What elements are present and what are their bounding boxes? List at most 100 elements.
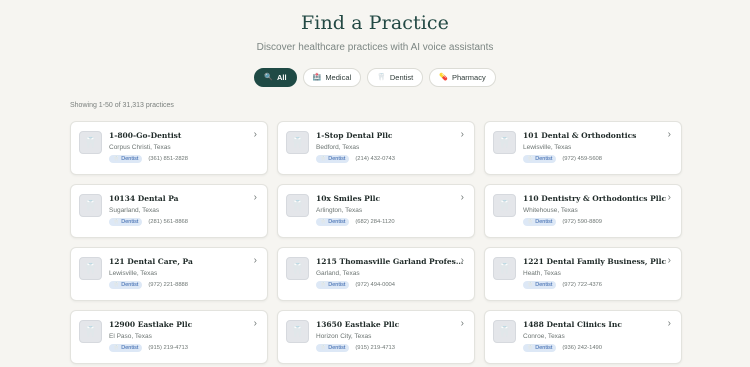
practice-info: 13650 Eastlake Pllc Horizon City, Texas 🦷 D…	[316, 319, 466, 363]
category-badge: 🦷 Dentist	[109, 344, 143, 352]
pill-icon: 💊	[439, 74, 448, 81]
practice-phone: (915) 219-4713	[148, 345, 189, 351]
practice-name: 1-800-Go-Dentist	[109, 131, 182, 140]
practice-phone: (214) 432-0743	[355, 156, 396, 162]
practice-location: Garland, Texas	[316, 270, 360, 277]
practice-card[interactable]: 🦷 10x Smiles Pllc Arlington, Texas 🦷 Dentist…	[277, 184, 475, 238]
filter-label: All	[277, 73, 287, 82]
practice-card[interactable]: 🦷 101 Dental & Orthodontics Lewisville, Te…	[484, 121, 682, 175]
practice-card[interactable]: 🦷 1221 Dental Family Business, Pllc Heath,…	[484, 247, 682, 301]
category-label: Dentist	[535, 282, 553, 288]
chevron-right-icon: ›	[667, 192, 671, 203]
chevron-right-icon: ›	[253, 129, 257, 140]
tooth-icon: 🦷	[79, 257, 102, 280]
practice-name: 1488 Dental Clinics Inc	[523, 320, 622, 329]
practice-location: Sugarland, Texas	[109, 207, 160, 214]
filter-pharmacy-button[interactable]: 💊 Pharmacy	[429, 68, 496, 87]
practice-phone: (915) 219-4713	[355, 345, 396, 351]
filter-label: Pharmacy	[451, 73, 486, 82]
practice-name: 1215 Thomasville Garland Professional	[316, 257, 464, 266]
tooth-icon: 🦷	[527, 156, 534, 162]
category-filters: 🔍 All 🏥 Medical 🦷 Dentist 💊 Pharmacy	[0, 68, 750, 87]
results-count: Showing 1-50 of 31,313 practices	[70, 102, 174, 109]
practice-meta: 🦷 Dentist (361) 851-2828	[109, 155, 259, 163]
page-title: Find a Practice	[301, 12, 449, 34]
category-label: Dentist	[121, 282, 139, 288]
practice-name: 110 Dentistry & Orthodontics Pllc	[523, 194, 667, 203]
practice-info: 1215 Thomasville Garland Professional Gar…	[316, 256, 466, 300]
tooth-icon: 🦷	[493, 194, 516, 217]
practice-location: Conroe, Texas	[523, 333, 565, 340]
practice-info: 1-800-Go-Dentist Corpus Christi, Texas 🦷 De…	[109, 130, 259, 174]
practice-card[interactable]: 🦷 110 Dentistry & Orthodontics Pllc Whiteh…	[484, 184, 682, 238]
practice-location: Arlington, Texas	[316, 207, 363, 214]
practice-card[interactable]: 🦷 13650 Eastlake Pllc Horizon City, Texas 🦷…	[277, 310, 475, 364]
practice-phone: (972) 722-4376	[562, 282, 603, 288]
hospital-icon: 🏥	[312, 74, 322, 81]
chevron-right-icon: ›	[460, 318, 464, 329]
practice-name: 10134 Dental Pa	[109, 194, 179, 203]
practice-meta: 🦷 Dentist (972) 459-5608	[523, 155, 673, 163]
filter-all-button[interactable]: 🔍 All	[254, 68, 297, 87]
practice-phone: (682) 284-1120	[355, 219, 395, 225]
practice-card[interactable]: 🦷 12900 Eastlake Pllc El Paso, Texas 🦷 Denti…	[70, 310, 268, 364]
filter-label: Medical	[325, 73, 352, 82]
chevron-right-icon: ›	[253, 192, 257, 203]
practice-meta: 🦷 Dentist (972) 722-4376	[523, 281, 673, 289]
tooth-icon: 🦷	[113, 345, 120, 351]
tooth-icon: 🦷	[493, 131, 516, 154]
filter-dentist-button[interactable]: 🦷 Dentist	[367, 68, 424, 87]
category-badge: 🦷 Dentist	[523, 344, 557, 352]
category-label: Dentist	[121, 345, 139, 351]
category-badge: 🦷 Dentist	[523, 155, 557, 163]
practice-meta: 🦷 Dentist (972) 590-8809	[523, 218, 673, 226]
chevron-right-icon: ›	[460, 192, 464, 203]
practice-meta: 🦷 Dentist (936) 242-1490	[523, 344, 673, 352]
practice-location: Lewisville, Texas	[523, 144, 572, 151]
filter-label: Dentist	[389, 73, 414, 82]
category-badge: 🦷 Dentist	[523, 218, 557, 226]
practice-name: 13650 Eastlake Pllc	[316, 320, 400, 329]
category-label: Dentist	[535, 156, 553, 162]
tooth-icon: 🦷	[377, 74, 386, 81]
tooth-icon: 🦷	[527, 282, 534, 288]
practice-card[interactable]: 🦷 121 Dental Care, Pa Lewisville, Texas 🦷 De…	[70, 247, 268, 301]
category-label: Dentist	[328, 219, 346, 225]
practice-phone: (361) 851-2828	[148, 156, 189, 162]
tooth-icon: 🦷	[493, 320, 516, 343]
practice-info: 101 Dental & Orthodontics Lewisville, Tex…	[523, 130, 673, 174]
search-icon: 🔍	[264, 74, 273, 81]
practice-name: 1-Stop Dental Pllc	[316, 131, 393, 140]
chevron-right-icon: ›	[667, 318, 671, 329]
tooth-icon: 🦷	[286, 131, 309, 154]
category-label: Dentist	[328, 345, 346, 351]
practice-card[interactable]: 🦷 1-Stop Dental Pllc Bedford, Texas 🦷 Dentis…	[277, 121, 475, 175]
category-badge: 🦷 Dentist	[523, 281, 557, 289]
tooth-icon: 🦷	[320, 345, 327, 351]
practice-info: 10x Smiles Pllc Arlington, Texas 🦷 Dentist (…	[316, 193, 466, 237]
practice-location: Bedford, Texas	[316, 144, 360, 151]
category-badge: 🦷 Dentist	[109, 218, 143, 226]
chevron-right-icon: ›	[460, 255, 464, 266]
tooth-icon: 🦷	[286, 194, 309, 217]
category-label: Dentist	[328, 282, 346, 288]
practice-meta: 🦷 Dentist (972) 221-8888	[109, 281, 259, 289]
tooth-icon: 🦷	[527, 219, 534, 225]
practice-name: 1221 Dental Family Business, Pllc	[523, 257, 667, 266]
practice-name: 101 Dental & Orthodontics	[523, 131, 637, 140]
practice-phone: (936) 242-1490	[562, 345, 603, 351]
filter-medical-button[interactable]: 🏥 Medical	[302, 68, 362, 87]
practice-card[interactable]: 🦷 1215 Thomasville Garland Professional Ga…	[277, 247, 475, 301]
practice-meta: 🦷 Dentist (972) 494-0004	[316, 281, 466, 289]
chevron-right-icon: ›	[460, 129, 464, 140]
practice-card[interactable]: 🦷 10134 Dental Pa Sugarland, Texas 🦷 Dentist…	[70, 184, 268, 238]
practice-phone: (281) 561-8868	[148, 219, 189, 225]
tooth-icon: 🦷	[79, 131, 102, 154]
practice-meta: 🦷 Dentist (682) 284-1120	[316, 218, 466, 226]
practice-card[interactable]: 🦷 1-800-Go-Dentist Corpus Christi, Texas 🦷 D…	[70, 121, 268, 175]
practice-card[interactable]: 🦷 1488 Dental Clinics Inc Conroe, Texas 🦷 De…	[484, 310, 682, 364]
practice-location: Horizon City, Texas	[316, 333, 372, 340]
practice-info: 10134 Dental Pa Sugarland, Texas 🦷 Dentist (…	[109, 193, 259, 237]
category-label: Dentist	[328, 156, 346, 162]
page-header: Find a Practice Discover healthcare prac…	[0, 0, 750, 53]
